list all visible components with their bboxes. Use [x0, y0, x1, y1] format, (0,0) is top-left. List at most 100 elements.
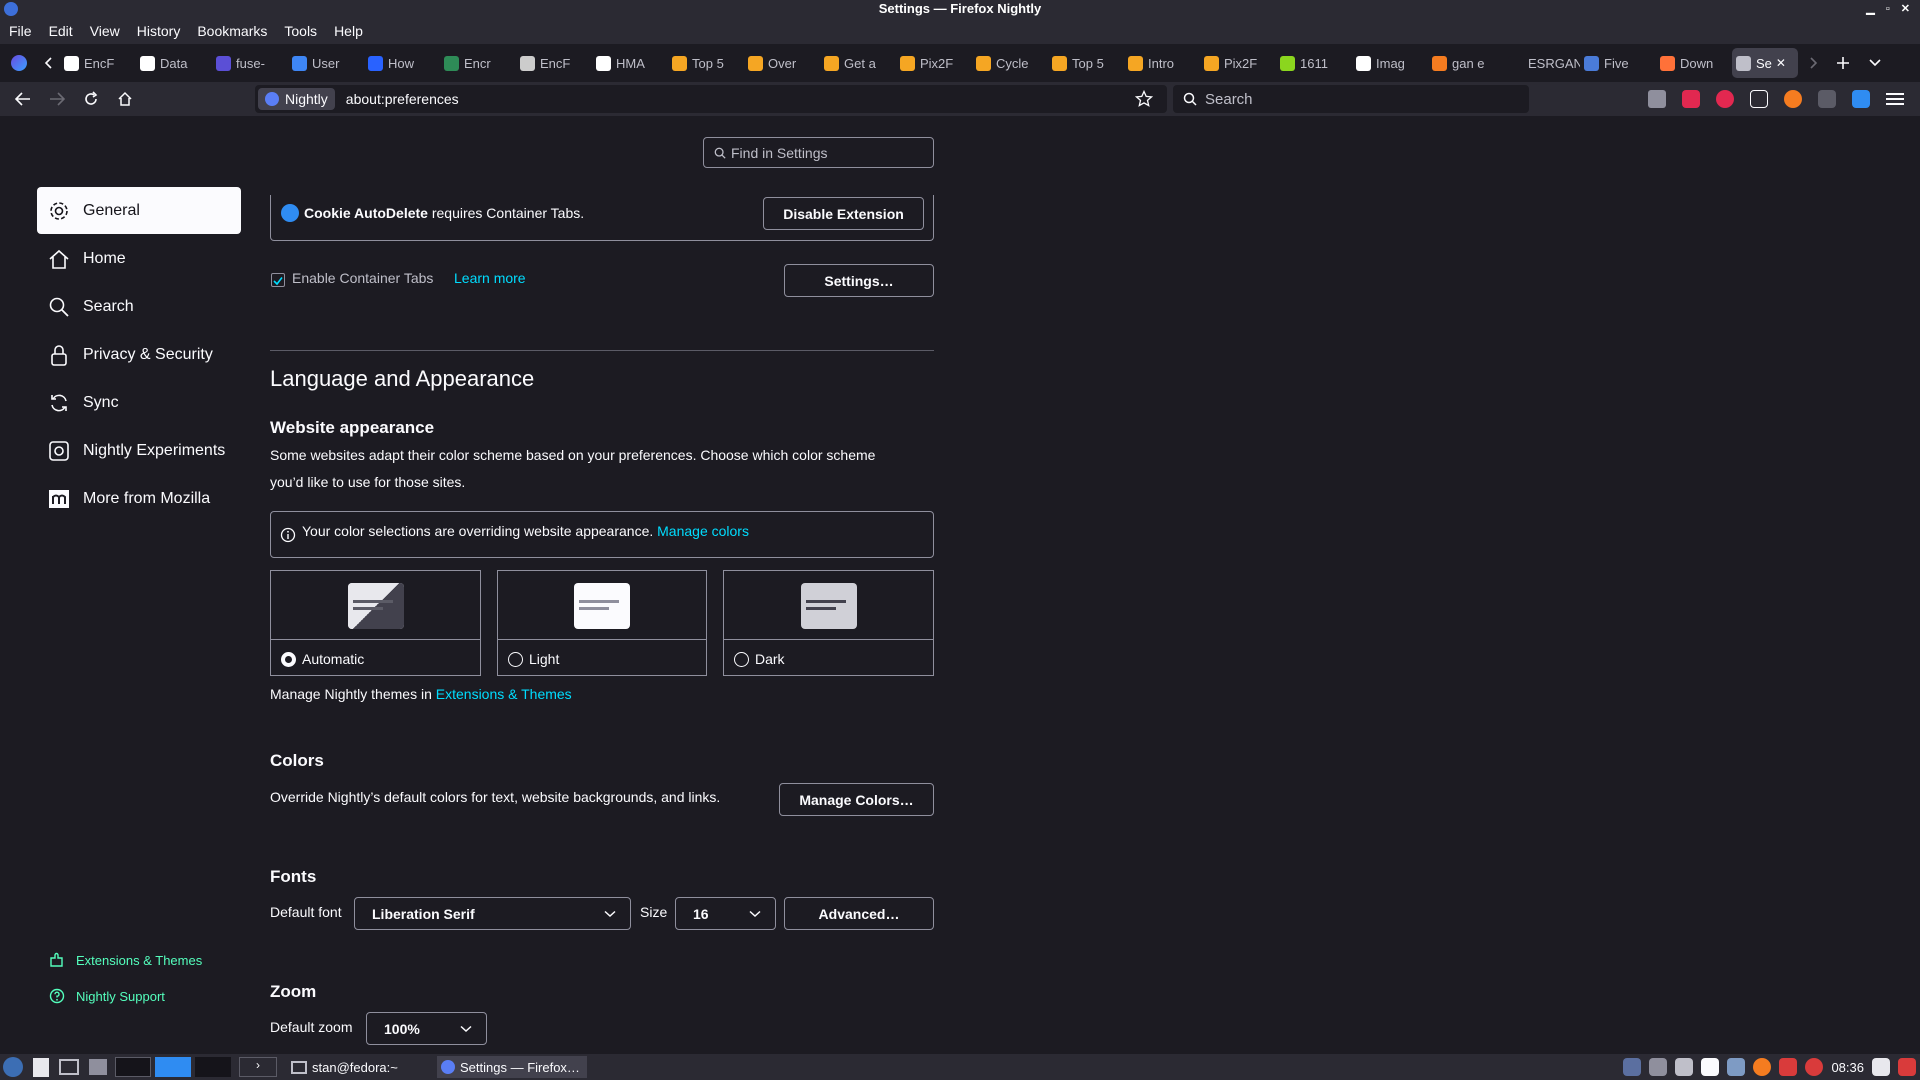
- firefox-view-button[interactable]: [0, 49, 38, 77]
- tab-item[interactable]: Pix2F: [1200, 48, 1276, 78]
- learn-more-link[interactable]: Learn more: [454, 265, 526, 292]
- menu-tools[interactable]: Tools: [284, 23, 317, 39]
- identity-badge[interactable]: Nightly: [258, 88, 335, 110]
- workspace-4[interactable]: ›: [239, 1057, 277, 1077]
- workspace-1[interactable]: [115, 1057, 151, 1077]
- ublock-icon[interactable]: [1682, 90, 1700, 108]
- sidebar-item-general[interactable]: General: [37, 187, 241, 234]
- sidebar-item-sync[interactable]: Sync: [37, 379, 241, 426]
- default-font-select[interactable]: Liberation Serif: [354, 897, 631, 930]
- tab-item[interactable]: ESRGAN: [1504, 48, 1580, 78]
- logout-icon[interactable]: [1898, 1058, 1916, 1076]
- tab-item[interactable]: Over: [744, 48, 820, 78]
- appearance-option-light[interactable]: Light: [497, 570, 707, 676]
- sidebar-footer-extensions-themes[interactable]: Extensions & Themes: [49, 952, 202, 968]
- package-icon[interactable]: [1779, 1058, 1798, 1076]
- tab-scroll-right-button[interactable]: [1798, 49, 1828, 77]
- sidebar-icon[interactable]: [1750, 90, 1768, 108]
- tab-item[interactable]: gan e: [1428, 48, 1504, 78]
- extension-icon-1[interactable]: [1648, 90, 1666, 108]
- tab-item[interactable]: How: [364, 48, 440, 78]
- font-size-select[interactable]: 16: [675, 897, 776, 930]
- taskbar-terminal[interactable]: stan@fedora:~: [287, 1056, 437, 1078]
- tab-item[interactable]: Down: [1656, 48, 1732, 78]
- list-all-tabs-button[interactable]: [1858, 49, 1892, 77]
- tab-item[interactable]: Imag: [1352, 48, 1428, 78]
- tab-item[interactable]: User: [288, 48, 364, 78]
- sidebar-item-privacy[interactable]: Privacy & Security: [37, 331, 241, 378]
- tab-item[interactable]: 1611: [1276, 48, 1352, 78]
- appearance-option-automatic[interactable]: Automatic: [270, 570, 481, 676]
- home-button[interactable]: [108, 85, 142, 113]
- workspace-3[interactable]: [195, 1057, 231, 1077]
- url-text[interactable]: about:preferences: [346, 91, 459, 107]
- tab-item[interactable]: Encr: [440, 48, 516, 78]
- tab-item[interactable]: Top 5: [668, 48, 744, 78]
- sidebar-item-home[interactable]: Home: [37, 235, 241, 282]
- extensions-themes-link[interactable]: Extensions & Themes: [436, 686, 572, 702]
- new-tab-button[interactable]: [1828, 49, 1858, 77]
- bookmark-star-button[interactable]: [1134, 89, 1154, 113]
- workspace-2[interactable]: [155, 1057, 191, 1077]
- volume-icon[interactable]: [1675, 1058, 1694, 1076]
- radio-light[interactable]: [508, 651, 523, 667]
- reload-button[interactable]: [74, 85, 108, 113]
- windows-icon[interactable]: [89, 1059, 107, 1075]
- menu-help[interactable]: Help: [334, 23, 363, 39]
- container-settings-button[interactable]: Settings…: [784, 264, 934, 297]
- extension-icon-6[interactable]: [1818, 90, 1836, 108]
- sidebar-item-search[interactable]: Search: [37, 283, 241, 330]
- updates-icon[interactable]: [1753, 1058, 1772, 1076]
- radio-dark[interactable]: [734, 651, 749, 667]
- menu-edit[interactable]: Edit: [49, 23, 73, 39]
- desktop-icon[interactable]: [59, 1059, 79, 1075]
- radio-automatic[interactable]: [281, 651, 296, 667]
- close-tab-icon[interactable]: ✕: [1776, 56, 1786, 70]
- clipboard-icon[interactable]: [1649, 1058, 1668, 1076]
- back-button[interactable]: [6, 85, 40, 113]
- clock[interactable]: 08:36: [1831, 1056, 1864, 1078]
- tab-item[interactable]: Cycle: [972, 48, 1048, 78]
- power-icon[interactable]: [1805, 1058, 1824, 1076]
- search-bar[interactable]: Search: [1173, 85, 1529, 113]
- menu-file[interactable]: File: [9, 23, 32, 39]
- tab-item[interactable]: Top 5: [1048, 48, 1124, 78]
- tab-item[interactable]: Five: [1580, 48, 1656, 78]
- tab-item[interactable]: fuse-: [212, 48, 288, 78]
- taskbar-firefox[interactable]: Settings — Firefox…: [437, 1056, 587, 1078]
- enable-container-tabs-checkbox[interactable]: [271, 273, 285, 287]
- tab-item[interactable]: Intro: [1124, 48, 1200, 78]
- manage-colors-button[interactable]: Manage Colors…: [779, 783, 934, 816]
- tab-item[interactable]: HMA: [592, 48, 668, 78]
- sidebar-footer-support[interactable]: Nightly Support: [49, 988, 165, 1004]
- tab-item[interactable]: EncF: [60, 48, 136, 78]
- weather-icon[interactable]: [1727, 1058, 1746, 1076]
- network-icon[interactable]: [1623, 1058, 1642, 1076]
- fonts-advanced-button[interactable]: Advanced…: [784, 897, 934, 930]
- notes-icon[interactable]: [1872, 1058, 1890, 1076]
- sidebar-item-more-mozilla[interactable]: More from Mozilla: [37, 475, 241, 522]
- tab-item[interactable]: Se ✕: [1732, 48, 1798, 78]
- tab-item[interactable]: Pix2F: [896, 48, 972, 78]
- tab-item[interactable]: Data: [136, 48, 212, 78]
- cookie-autodelete-icon[interactable]: [1784, 90, 1802, 108]
- tab-item[interactable]: Get a: [820, 48, 896, 78]
- menu-bookmarks[interactable]: Bookmarks: [197, 23, 267, 39]
- default-zoom-select[interactable]: 100%: [366, 1012, 487, 1045]
- fedora-menu-icon[interactable]: [3, 1057, 23, 1077]
- tab-scroll-left-button[interactable]: [38, 49, 60, 77]
- appearance-option-dark[interactable]: Dark: [723, 570, 934, 676]
- tab-item[interactable]: EncF: [516, 48, 592, 78]
- extension-icon-7[interactable]: [1852, 90, 1870, 108]
- disable-extension-button[interactable]: Disable Extension: [763, 197, 924, 230]
- app-menu-button[interactable]: [1886, 93, 1904, 105]
- sidebar-item-experiments[interactable]: Nightly Experiments: [37, 427, 241, 474]
- manage-colors-link[interactable]: Manage colors: [657, 523, 749, 539]
- forward-button[interactable]: [40, 85, 74, 113]
- find-in-settings-input[interactable]: Find in Settings: [703, 137, 934, 168]
- p-icon[interactable]: [1701, 1058, 1720, 1076]
- file-icon[interactable]: [33, 1057, 49, 1077]
- window-controls[interactable]: ▁ ▫ ✕: [1866, 0, 1914, 18]
- url-bar[interactable]: Nightly about:preferences: [255, 85, 1167, 113]
- menu-history[interactable]: History: [137, 23, 181, 39]
